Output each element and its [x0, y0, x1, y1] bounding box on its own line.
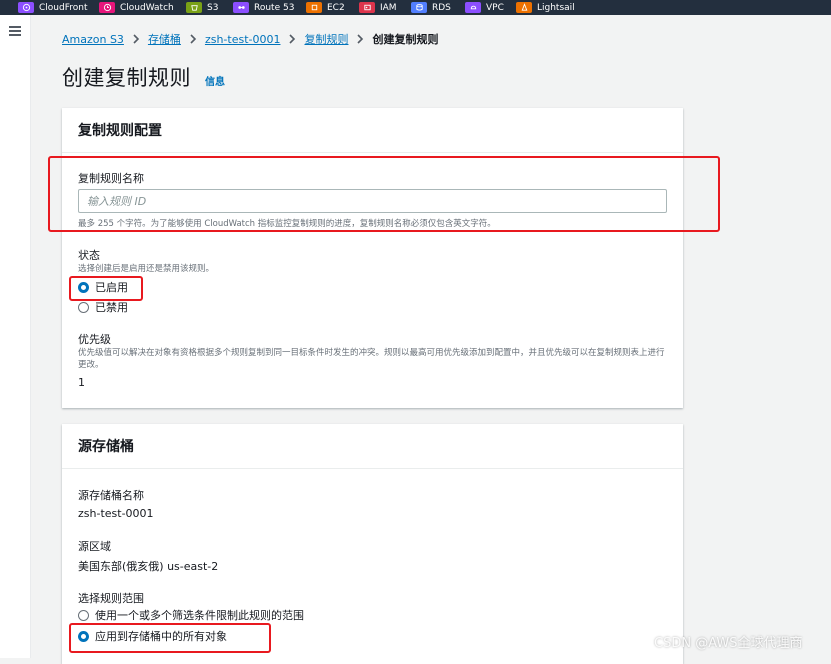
service-iam[interactable]: IAM [359, 0, 397, 15]
breadcrumb-item-buckets[interactable]: 存储桶 [148, 31, 181, 47]
service-route53[interactable]: Route 53 [233, 0, 294, 15]
chevron-right-icon [132, 34, 140, 44]
status-option-disabled[interactable]: 已禁用 [78, 299, 128, 315]
radio-selected-icon[interactable] [78, 630, 89, 642]
service-cloudfront[interactable]: CloudFront [18, 0, 87, 15]
priority-label: 优先级 [78, 333, 111, 346]
status-description: 选择创建后是启用还是禁用该规则。 [78, 264, 215, 274]
page-title: 创建复制规则 [62, 66, 191, 90]
priority-value: 1 [78, 376, 85, 389]
info-link[interactable]: 信息 [205, 73, 225, 88]
service-label: EC2 [327, 2, 345, 13]
service-cloudwatch[interactable]: CloudWatch [99, 0, 174, 15]
vpc-icon [465, 2, 481, 13]
status-option-label: 已启用 [95, 281, 128, 294]
service-ec2[interactable]: EC2 [306, 0, 345, 15]
breadcrumb: Amazon S3 存储桶 zsh-test-0001 复制规则 创建复制规则 [62, 31, 438, 47]
service-label: CloudFront [39, 2, 88, 13]
cloudwatch-icon [99, 2, 115, 13]
breadcrumb-item-bucket[interactable]: zsh-test-0001 [205, 33, 281, 46]
side-navigation-rail [0, 15, 31, 658]
status-label: 状态 [78, 249, 100, 262]
service-label: Lightsail [537, 2, 575, 13]
chevron-right-icon [356, 34, 364, 44]
cloudfront-icon [18, 2, 34, 13]
source-bucket-panel: 源存储桶 源存储桶名称 zsh-test-0001 源区域 美国东部(俄亥俄) … [62, 424, 683, 664]
service-label: RDS [432, 2, 451, 13]
service-label: CloudWatch [120, 2, 174, 13]
ec2-icon [306, 2, 322, 13]
rds-icon [411, 2, 427, 13]
service-label: IAM [380, 2, 397, 13]
breadcrumb-item-replication-rules[interactable]: 复制规则 [304, 31, 348, 47]
panel-header: 复制规则配置 [62, 108, 683, 153]
rule-name-input[interactable] [78, 189, 667, 213]
service-s3[interactable]: S3 [186, 0, 218, 15]
source-bucket-name-label: 源存储桶名称 [78, 489, 144, 502]
panel-header: 源存储桶 [62, 424, 683, 469]
chevron-right-icon [288, 34, 296, 44]
service-label: VPC [486, 2, 504, 13]
service-vpc[interactable]: VPC [465, 0, 504, 15]
chevron-right-icon [189, 34, 197, 44]
rule-scope-label: 选择规则范围 [78, 592, 144, 605]
priority-description: 优先级值可以解决在对象有资格根据多个规则复制到同一目标条件时发生的冲突。规则以最… [78, 348, 665, 370]
service-lightsail[interactable]: Lightsail [516, 0, 575, 15]
breadcrumb-current: 创建复制规则 [372, 33, 439, 46]
scope-option-label: 使用一个或多个筛选条件限制此规则的范围 [95, 609, 304, 622]
service-rds[interactable]: RDS [411, 0, 451, 15]
service-label: Route 53 [254, 2, 295, 13]
panel-title: 复制规则配置 [78, 123, 162, 139]
breadcrumb-item-amazon-s3[interactable]: Amazon S3 [62, 33, 124, 46]
service-label: S3 [207, 2, 219, 13]
replication-rule-config-panel: 复制规则配置 复制规则名称 最多 255 个字符。为了能够使用 CloudWat… [62, 108, 683, 408]
source-region-value: 美国东部(俄亥俄) us-east-2 [78, 560, 219, 573]
panel-title: 源存储桶 [78, 439, 134, 455]
status-option-enabled[interactable]: 已启用 [78, 279, 128, 295]
status-option-label: 已禁用 [95, 301, 128, 314]
radio-unselected-icon[interactable] [78, 609, 89, 621]
s3-icon [186, 2, 202, 13]
rule-name-hint: 最多 255 个字符。为了能够使用 CloudWatch 指标监控复制规则的进度… [78, 219, 496, 229]
route53-icon [233, 2, 249, 13]
scope-option-all-objects[interactable]: 应用到存储桶中的所有对象 [78, 628, 227, 644]
page-header: 创建复制规则 信息 [62, 62, 225, 92]
source-region-label: 源区域 [78, 540, 111, 553]
iam-icon [359, 2, 375, 13]
source-bucket-name-value: zsh-test-0001 [78, 507, 154, 520]
scope-option-label: 应用到存储桶中的所有对象 [95, 630, 227, 643]
menu-icon[interactable] [9, 26, 21, 37]
rule-name-label: 复制规则名称 [78, 172, 144, 185]
radio-unselected-icon[interactable] [78, 301, 89, 313]
service-shortcut-bar: CloudFront CloudWatch S3 Route 53 EC2 IA… [0, 0, 831, 15]
lightsail-icon [516, 2, 532, 13]
watermark: CSDN @AWS全球代理商 [654, 636, 803, 651]
scope-option-filter[interactable]: 使用一个或多个筛选条件限制此规则的范围 [78, 607, 304, 623]
radio-selected-icon[interactable] [78, 281, 89, 293]
